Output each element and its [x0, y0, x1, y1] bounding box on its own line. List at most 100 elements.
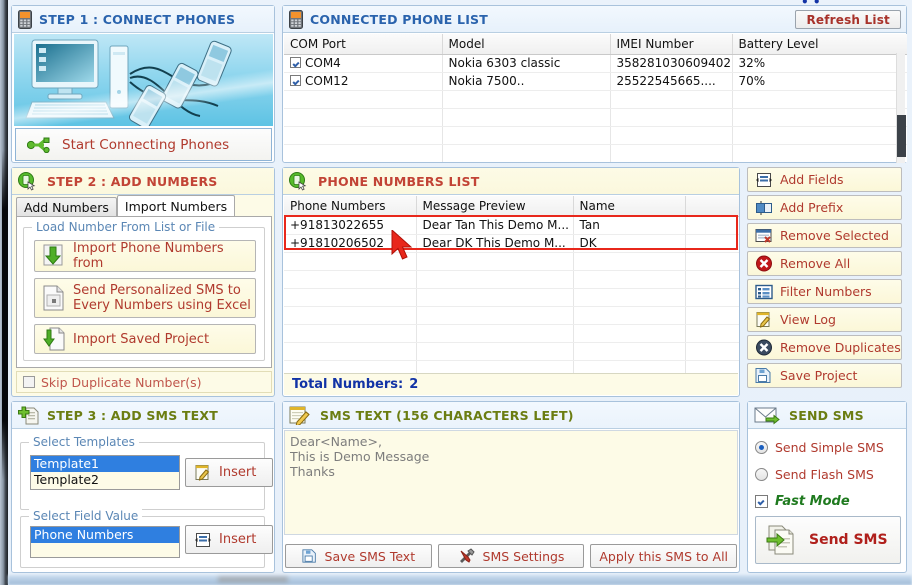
add-prefix-button[interactable]: Add Prefix — [747, 195, 902, 220]
insert-field-button[interactable]: Insert — [185, 525, 273, 554]
cell-message-preview: Dear Tan This Demo M... — [416, 216, 574, 235]
step1-connect-phones-panel: STEP 1 : CONNECT PHONES Start Connecting… — [11, 5, 275, 163]
tab-add-numbers[interactable]: Add Numbers — [16, 197, 117, 216]
import-phone-numbers-label: Import Phone Numbers from — [73, 241, 224, 271]
add-prefix-label: Add Prefix — [780, 200, 844, 215]
import-numbers-pane: Load Number From List or File Import Pho… — [16, 216, 272, 368]
import-saved-project-label: Import Saved Project — [73, 331, 210, 347]
envelope-arrow-icon — [754, 406, 782, 425]
templates-listbox[interactable]: Template1 Template2 — [30, 455, 180, 490]
save-sms-text-button[interactable]: Save SMS Text — [285, 544, 432, 568]
send-flash-sms-label: Send Flash SMS — [775, 467, 874, 482]
table-row[interactable]: +91813022655 Dear Tan This Demo M... Tan — [284, 216, 739, 235]
col-name: Name — [573, 196, 686, 217]
col-com-port: COM Port — [284, 34, 443, 55]
save-project-button[interactable]: Save Project — [747, 363, 902, 388]
table-row[interactable]: COM4 Nokia 6303 classic 358281030609402 … — [284, 54, 907, 73]
import-saved-project-button[interactable]: Import Saved Project — [34, 324, 256, 354]
sms-text-buttons: Save SMS Text SMS Settings Apply this SM… — [285, 544, 738, 568]
skip-duplicate-numbers-row[interactable]: Skip Duplicate Number(s) — [16, 371, 272, 393]
template-item-1[interactable]: Template1 — [31, 456, 179, 472]
tab-import-numbers[interactable]: Import Numbers — [116, 195, 236, 216]
download-arrow-icon — [43, 244, 65, 268]
view-log-label: View Log — [780, 312, 836, 327]
view-log-icon — [755, 311, 773, 328]
send-sms-button[interactable]: Send SMS — [755, 516, 901, 564]
add-fields-button[interactable]: Add Fields — [747, 167, 902, 192]
table-header-row: Phone Numbers Message Preview Name — [284, 196, 739, 217]
table-row — [284, 252, 739, 271]
col-battery: Battery Level — [732, 34, 907, 55]
save-project-label: Save Project — [780, 368, 858, 383]
mobile-phone-cursor-icon — [18, 171, 40, 191]
refresh-list-label: Refresh List — [806, 12, 890, 27]
add-document-icon — [18, 406, 40, 425]
total-numbers-label: Total Numbers: — [292, 377, 404, 392]
row-checkbox[interactable] — [290, 57, 301, 68]
import-file-icon — [43, 327, 65, 351]
cell-imei: 25522545665.... — [610, 72, 733, 91]
sms-text-area[interactable]: Dear<Name>, This is Demo Message Thanks — [284, 430, 738, 535]
radio-simple-sms[interactable] — [755, 441, 768, 454]
remove-duplicates-button[interactable]: Remove Duplicates — [747, 335, 902, 360]
filter-numbers-button[interactable]: Filter Numbers — [747, 279, 902, 304]
field-value-listbox[interactable]: Phone Numbers — [30, 526, 180, 558]
table-row — [284, 342, 739, 361]
sms-settings-button[interactable]: SMS Settings — [437, 544, 585, 568]
col-phone-numbers: Phone Numbers — [284, 196, 417, 217]
table-row[interactable]: +91810206502 Dear DK This Demo M... DK — [284, 234, 739, 253]
remove-selected-icon — [755, 228, 773, 244]
remove-duplicates-icon — [755, 339, 773, 356]
table-row — [284, 108, 907, 127]
tools-icon — [458, 548, 476, 564]
step3-add-sms-text-panel: STEP 3 : ADD SMS TEXT Select Templates T… — [11, 401, 275, 573]
send-sms-panel: SEND SMS Send Simple SMS Send Flash SMS … — [747, 401, 907, 573]
cell-name: DK — [573, 234, 686, 253]
table-header-row: COM Port Model IMEI Number Battery Level — [284, 34, 907, 55]
filter-numbers-label: Filter Numbers — [780, 284, 872, 299]
template-item-2[interactable]: Template2 — [31, 472, 179, 488]
send-simple-sms-label: Send Simple SMS — [775, 440, 884, 455]
fast-mode-checkbox[interactable] — [755, 495, 768, 508]
send-flash-sms-option[interactable]: Send Flash SMS — [755, 467, 874, 482]
mouse-cursor-icon — [391, 228, 417, 262]
load-number-legend: Load Number From List or File — [32, 220, 220, 234]
refresh-list-button[interactable]: Refresh List — [795, 10, 901, 29]
step2-header: STEP 2 : ADD NUMBERS — [12, 168, 274, 195]
cell-battery: 70% — [732, 72, 907, 91]
phone-numbers-table: Phone Numbers Message Preview Name +9181… — [284, 196, 739, 374]
add-fields-icon — [755, 172, 773, 188]
start-connecting-phones-button[interactable]: Start Connecting Phones — [15, 128, 272, 161]
tab-import-numbers-label: Import Numbers — [124, 198, 228, 214]
remove-all-button[interactable]: Remove All — [747, 251, 902, 276]
insert-template-button[interactable]: Insert — [185, 458, 273, 487]
apply-sms-to-all-label: Apply this SMS to All — [599, 548, 729, 564]
remove-selected-button[interactable]: Remove Selected — [747, 223, 902, 248]
send-personalized-sms-button[interactable]: Send Personalized SMS to Every Numbers u… — [34, 278, 256, 318]
load-number-fieldset: Load Number From List or File Import Pho… — [23, 220, 265, 361]
field-item-phone-numbers[interactable]: Phone Numbers — [31, 527, 179, 543]
table-row[interactable]: COM12 Nokia 7500.. 25522545665.... 70% — [284, 72, 907, 91]
apply-sms-to-all-button[interactable]: Apply this SMS to All — [590, 544, 738, 568]
step2-title: STEP 2 : ADD NUMBERS — [47, 173, 218, 189]
fast-mode-row[interactable]: Fast Mode — [755, 494, 850, 509]
add-fields-label: Add Fields — [780, 172, 844, 187]
import-phone-numbers-button[interactable]: Import Phone Numbers from — [34, 240, 256, 272]
mobile-phone-icon — [289, 9, 303, 29]
step2-tabs: Add Numbers Import Numbers — [16, 195, 236, 217]
row-checkbox[interactable] — [290, 75, 301, 86]
table-row — [284, 306, 739, 325]
scrollbar-thumb[interactable] — [897, 115, 906, 157]
sms-text-title: SMS TEXT (156 CHARACTERS LEFT) — [320, 407, 574, 423]
step3-header: STEP 3 : ADD SMS TEXT — [12, 402, 274, 429]
window-left-edge — [0, 0, 8, 585]
step2-add-numbers-panel: STEP 2 : ADD NUMBERS Add Numbers Import … — [11, 167, 275, 397]
cell-com-port[interactable]: COM4 — [284, 54, 443, 73]
radio-flash-sms[interactable] — [755, 468, 768, 481]
send-simple-sms-option[interactable]: Send Simple SMS — [755, 440, 884, 455]
cell-com-port[interactable]: COM12 — [284, 72, 443, 91]
skip-duplicate-checkbox[interactable] — [23, 376, 35, 388]
send-personalized-sms-label: Send Personalized SMS to Every Numbers u… — [73, 283, 251, 313]
view-log-button[interactable]: View Log — [747, 307, 902, 332]
phone-list-scrollbar[interactable] — [896, 53, 906, 163]
